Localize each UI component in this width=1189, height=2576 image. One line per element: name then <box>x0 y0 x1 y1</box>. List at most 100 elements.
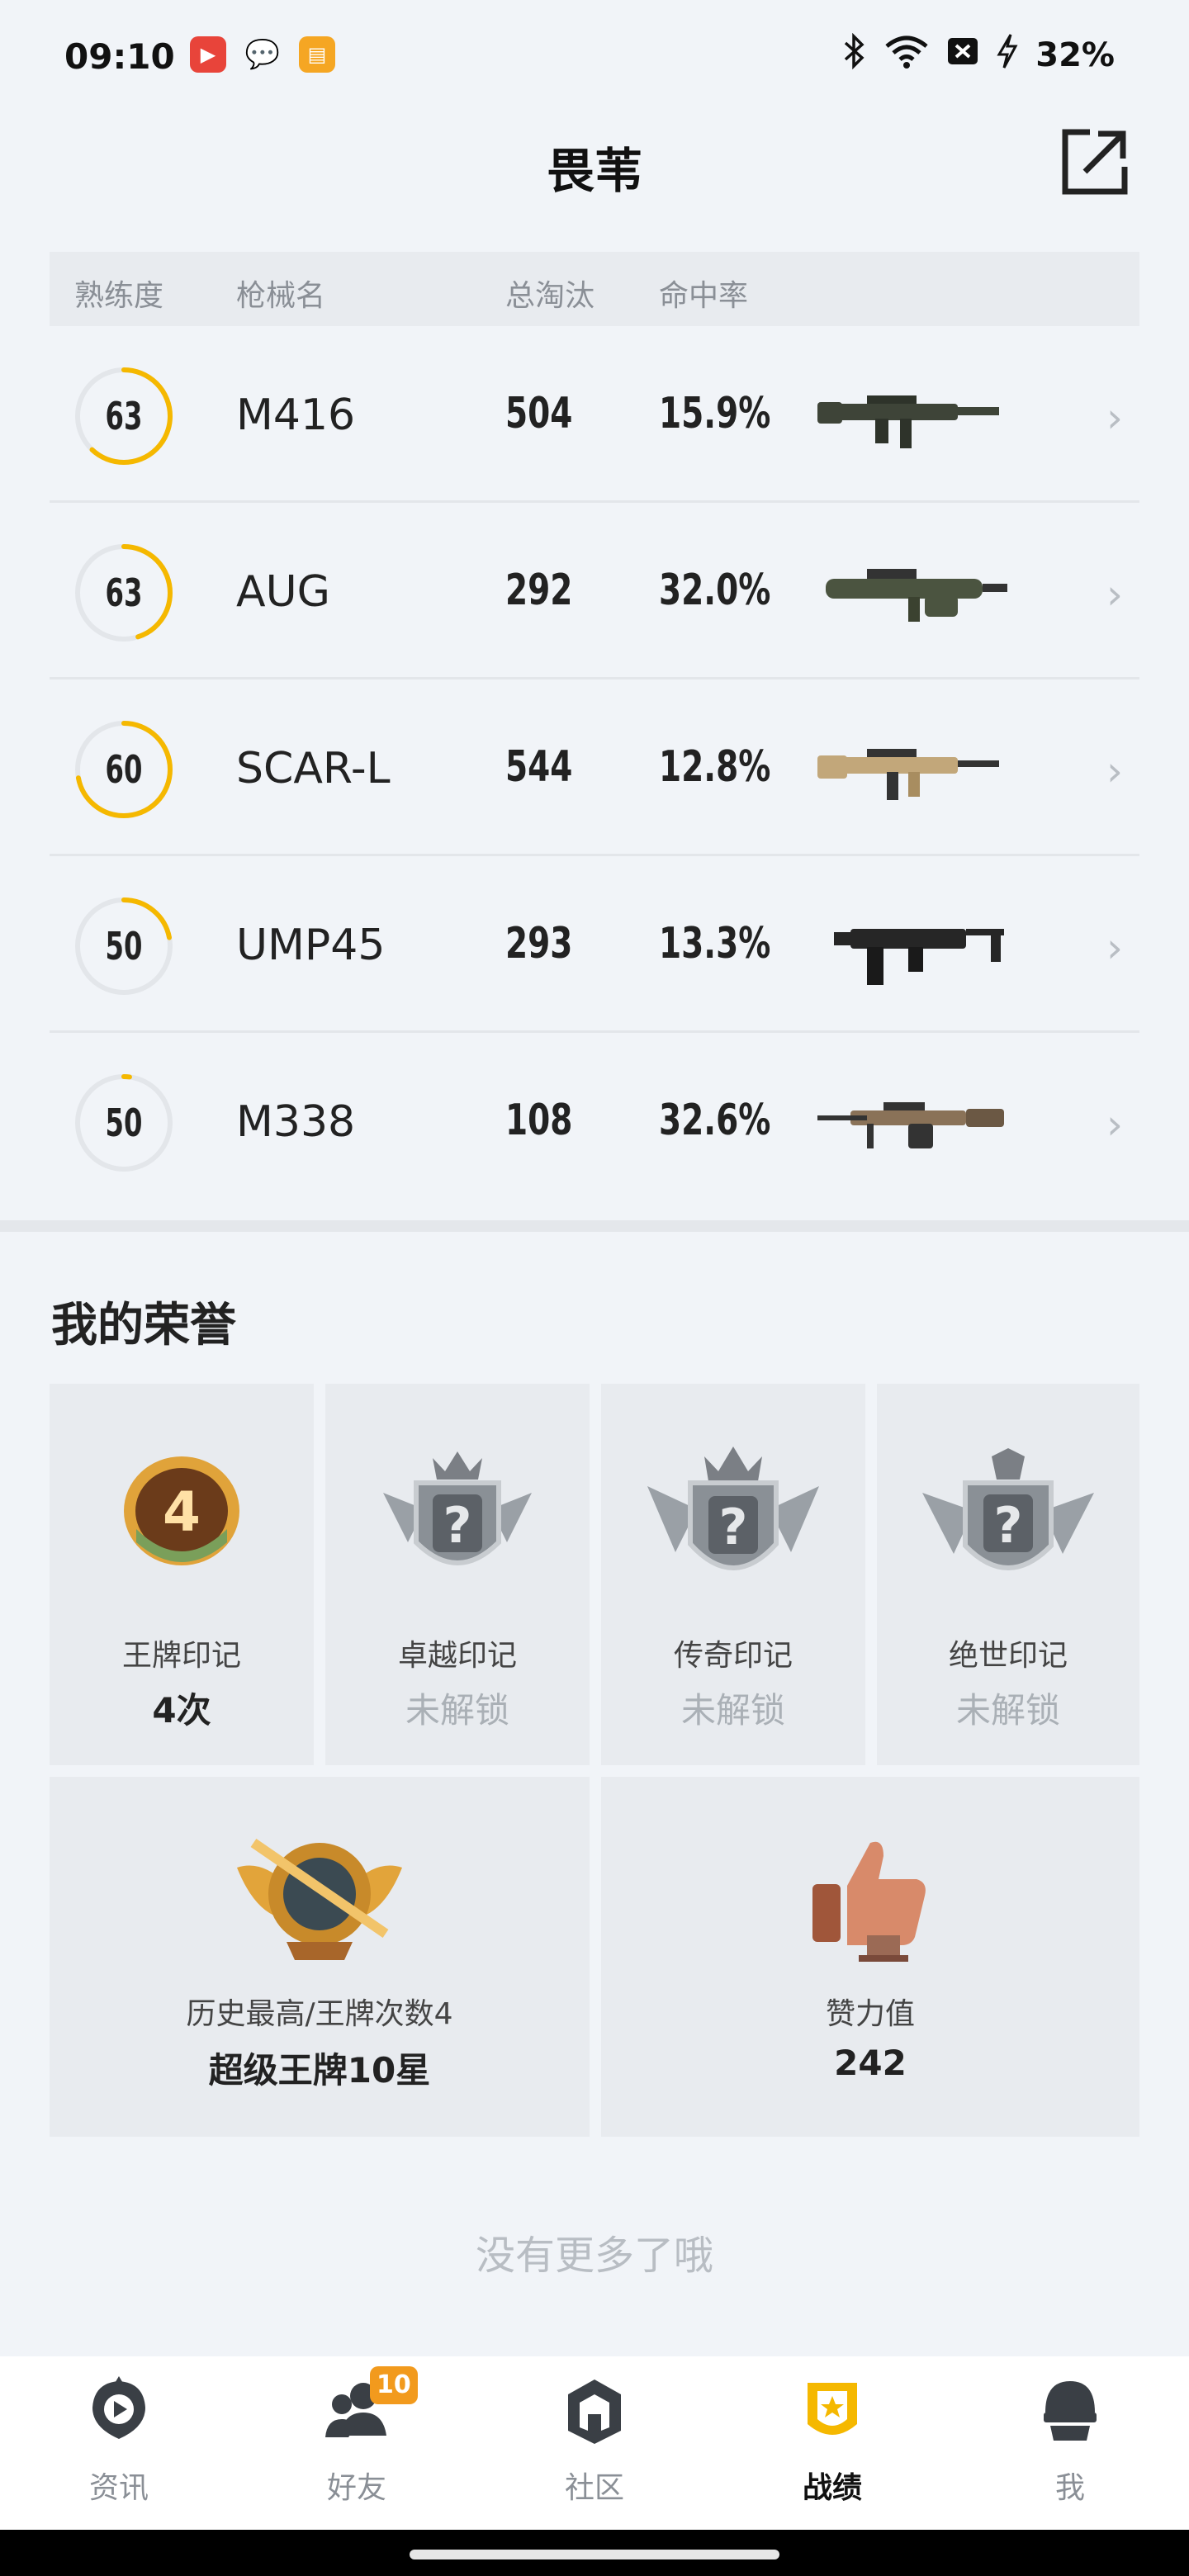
honor-value: 未解锁 <box>680 1690 785 1731</box>
weapon-accuracy: 32.0% <box>659 566 771 615</box>
bluetooth-icon <box>842 32 867 78</box>
proficiency-ring: 63 <box>73 542 175 644</box>
weapon-kills: 544 <box>505 742 573 792</box>
weapon-row[interactable]: 63 AUG 292 32.0% › <box>50 503 1139 680</box>
nav-profile[interactable]: 我 <box>951 2356 1189 2530</box>
profile-icon <box>1044 2381 1097 2441</box>
weapon-name: SCAR-L <box>236 744 391 793</box>
weapon-accuracy: 13.3% <box>659 919 771 968</box>
locked-emblem-icon: ? <box>383 1451 532 1565</box>
share-button[interactable] <box>1057 124 1133 200</box>
svg-text:?: ? <box>994 1497 1023 1555</box>
bottom-nav: 资讯 10 好友 社区 战绩 我 <box>0 2356 1189 2530</box>
wifi-icon <box>883 33 930 78</box>
wechat-icon: 💬 <box>244 38 281 71</box>
super-ace-emblem-icon <box>237 1839 402 1960</box>
chevron-right-icon: › <box>1106 924 1123 972</box>
svg-text:?: ? <box>719 1499 748 1556</box>
proficiency-value: 63 <box>105 394 143 438</box>
nav-label: 资讯 <box>88 2471 149 2505</box>
friends-count-badge: 10 <box>370 2366 418 2404</box>
honor-value: 未解锁 <box>405 1690 509 1731</box>
header: 畏苇 <box>0 107 1189 223</box>
nav-record[interactable]: 战绩 <box>713 2356 951 2530</box>
honor-label: 绝世印记 <box>948 1639 1068 1673</box>
chevron-right-icon: › <box>1106 747 1123 795</box>
status-bar: 09:10 ▶ 💬 ▤ 32% <box>0 0 1189 107</box>
honor-card-likes[interactable]: 赞力值 242 <box>601 1777 1139 2137</box>
battery-level: 32% <box>1035 36 1115 74</box>
m416-weapon-icon <box>817 395 999 448</box>
honor-value: 未解锁 <box>955 1690 1060 1731</box>
weapon-table: 熟练度 枪械名 总淘汰 命中率 63 M416 504 15.9% › 63 AUG 292 3… <box>50 252 1139 1210</box>
honor-label: 赞力值 <box>825 1997 915 2031</box>
header-accuracy: 命中率 <box>659 279 749 313</box>
weapon-name: M338 <box>236 1097 356 1147</box>
honor-card-highest-tier[interactable]: 历史最高/王牌次数4 超级王牌10星 <box>50 1777 590 2137</box>
page-title: 畏苇 <box>546 143 642 199</box>
honor-card-excellence[interactable]: ? 卓越印记 未解锁 <box>325 1384 590 1765</box>
weapon-name: M416 <box>236 391 356 440</box>
weapon-kills: 504 <box>505 389 573 438</box>
proficiency-value: 60 <box>105 747 143 792</box>
chevron-right-icon: › <box>1106 571 1123 618</box>
honors-title: 我的荣誉 <box>51 1299 236 1352</box>
svg-text:4: 4 <box>163 1480 201 1544</box>
proficiency-value: 50 <box>105 1101 143 1145</box>
chevron-right-icon: › <box>1106 1101 1123 1148</box>
nav-community[interactable]: 社区 <box>476 2356 713 2530</box>
weapon-accuracy: 15.9% <box>659 389 771 438</box>
honor-label: 传奇印记 <box>673 1639 793 1673</box>
honor-card-legend[interactable]: ? 传奇印记 未解锁 <box>601 1384 865 1765</box>
header-kills: 总淘汰 <box>505 279 595 313</box>
community-icon <box>568 2379 621 2444</box>
weapon-kills: 292 <box>505 566 573 615</box>
weapon-accuracy: 32.6% <box>659 1096 771 1145</box>
weapon-accuracy: 12.8% <box>659 742 771 792</box>
system-gesture-bar <box>0 2530 1189 2576</box>
home-indicator[interactable] <box>410 2550 779 2559</box>
ace-emblem-icon: 4 <box>124 1456 239 1565</box>
section-divider <box>0 1220 1189 1232</box>
proficiency-ring: 60 <box>73 718 175 821</box>
weapon-row[interactable]: 50 M338 108 32.6% › <box>50 1033 1139 1210</box>
honor-card-peerless[interactable]: ? 绝世印记 未解锁 <box>877 1384 1139 1765</box>
weapon-row[interactable]: 50 UMP45 293 13.3% › <box>50 856 1139 1033</box>
honor-value: 242 <box>834 2043 907 2083</box>
ump-weapon-icon <box>834 929 1004 985</box>
weapon-rows: 63 M416 504 15.9% › 63 AUG 292 32.0% › 60 SCAR-L 544… <box>50 326 1139 1210</box>
thumbs-up-icon <box>812 1841 926 1962</box>
m338-weapon-icon <box>817 1102 1004 1148</box>
weapon-kills: 293 <box>505 919 573 968</box>
header-proficiency: 熟练度 <box>74 279 164 313</box>
weapon-kills: 108 <box>505 1096 573 1145</box>
nav-label: 我 <box>1054 2471 1085 2505</box>
weapon-name: AUG <box>236 567 330 617</box>
proficiency-value: 63 <box>105 571 143 615</box>
weapon-name: UMP45 <box>236 921 386 970</box>
nav-friends[interactable]: 10 好友 <box>238 2356 476 2530</box>
honor-value: 超级王牌10星 <box>208 2050 431 2091</box>
chevron-right-icon: › <box>1106 394 1123 442</box>
honor-label: 卓越印记 <box>397 1639 517 1673</box>
honor-label: 历史最高/王牌次数4 <box>186 1997 453 2031</box>
locked-emblem-icon: ? <box>922 1448 1094 1570</box>
external-share-icon <box>1062 129 1128 195</box>
proficiency-ring: 63 <box>73 365 175 467</box>
record-icon <box>808 2383 857 2435</box>
status-time: 09:10 <box>64 36 175 77</box>
sim-off-icon <box>946 35 979 76</box>
table-header: 熟练度 枪械名 总淘汰 命中率 <box>50 252 1139 326</box>
honor-card-ace[interactable]: 4 王牌印记 4次 <box>50 1384 314 1765</box>
weapon-row[interactable]: 63 M416 504 15.9% › <box>50 326 1139 503</box>
news-icon <box>92 2376 145 2439</box>
nav-label: 社区 <box>564 2471 624 2505</box>
locked-emblem-icon: ? <box>647 1447 819 1570</box>
proficiency-ring: 50 <box>73 895 175 997</box>
weapon-row[interactable]: 60 SCAR-L 544 12.8% › <box>50 680 1139 856</box>
header-weapon-name: 枪械名 <box>236 279 326 313</box>
nav-news[interactable]: 资讯 <box>0 2356 238 2530</box>
aug-weapon-icon <box>826 569 1007 622</box>
scar-weapon-icon <box>817 749 999 800</box>
end-of-list-text: 没有更多了哦 <box>475 2233 713 2279</box>
